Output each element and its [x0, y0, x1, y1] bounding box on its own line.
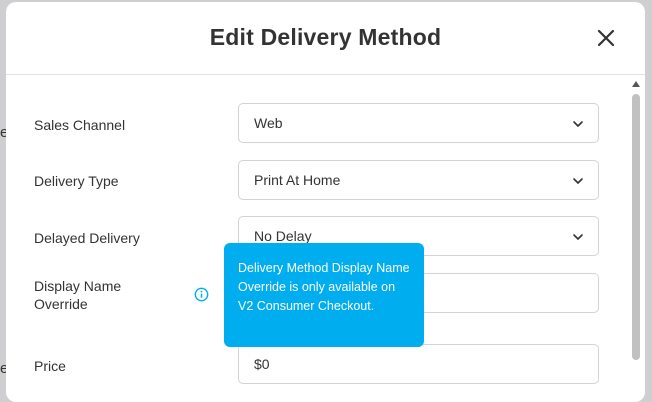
scroll-up-arrow-icon[interactable]	[632, 80, 640, 88]
modal-header: Edit Delivery Method	[6, 2, 645, 75]
delayed-delivery-value: No Delay	[254, 228, 312, 244]
delayed-delivery-label: Delayed Delivery	[34, 230, 140, 246]
display-name-override-label: Display Name Override	[34, 278, 122, 312]
modal-scrollbar[interactable]	[630, 80, 642, 402]
edit-delivery-method-modal: Edit Delivery Method Sales Channel Web D…	[6, 2, 645, 402]
info-icon[interactable]	[194, 287, 209, 302]
close-icon	[597, 29, 615, 47]
delivery-type-label: Delivery Type	[34, 173, 119, 189]
scrollbar-thumb[interactable]	[632, 94, 640, 360]
delivery-type-value: Print At Home	[254, 172, 341, 188]
price-value: $0	[254, 356, 270, 372]
delivery-type-select[interactable]: Print At Home	[238, 160, 599, 200]
sales-channel-value: Web	[254, 115, 283, 131]
chevron-down-icon	[573, 178, 583, 184]
chevron-down-icon	[573, 234, 583, 240]
price-input[interactable]: $0	[238, 344, 599, 384]
sales-channel-label: Sales Channel	[34, 117, 126, 133]
modal-title: Edit Delivery Method	[209, 24, 442, 50]
price-label: Price	[34, 358, 66, 374]
sales-channel-select[interactable]: Web	[238, 103, 599, 143]
close-button[interactable]	[596, 28, 616, 48]
chevron-down-icon	[573, 121, 583, 127]
display-name-override-tooltip: Delivery Method Display Name Override is…	[224, 243, 424, 347]
